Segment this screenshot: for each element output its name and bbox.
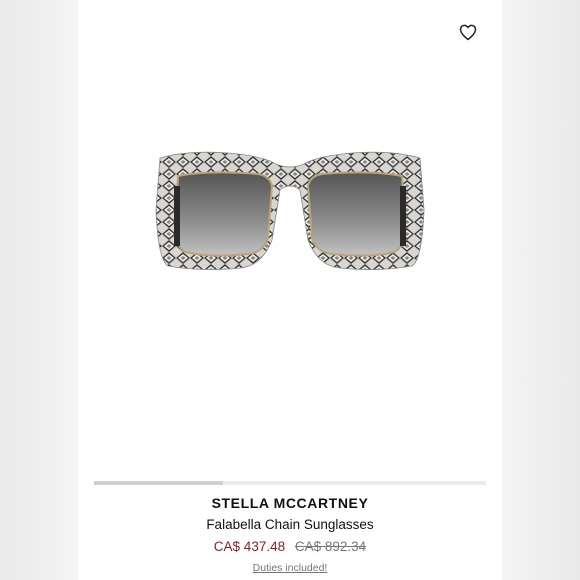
left-blur-panel: [0, 0, 78, 580]
carousel-progress-track[interactable]: [94, 481, 486, 485]
sale-price: CA$ 437.48: [213, 539, 286, 554]
favorite-heart-icon[interactable]: [458, 22, 478, 42]
carousel-progress-indicator: [94, 481, 224, 485]
duties-included-link[interactable]: Duties included!: [78, 562, 502, 574]
product-image[interactable]: [78, 120, 502, 290]
right-blur-panel: [502, 0, 580, 580]
product-card: STELLA MCCARTNEY Falabella Chain Sunglas…: [78, 0, 502, 580]
original-price: CA$ 892.34: [294, 539, 367, 554]
price-row: CA$ 437.48 CA$ 892.34: [78, 539, 502, 554]
product-name: Falabella Chain Sunglasses: [206, 517, 374, 532]
brand-name: STELLA MCCARTNEY: [211, 495, 369, 511]
